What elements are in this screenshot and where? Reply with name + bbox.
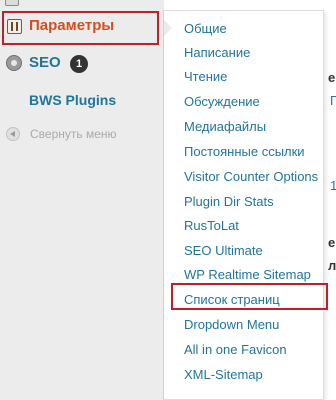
submenu-item-all-in-one-favicon[interactable]: All in one Favicon: [184, 342, 287, 357]
sidebar-item-bws-plugins[interactable]: BWS Plugins: [29, 92, 116, 108]
collapse-arrow-icon[interactable]: [6, 127, 20, 141]
submenu-item-permalinks[interactable]: Постоянные ссылки: [184, 144, 305, 159]
submenu-item-seo-ultimate[interactable]: SEO Ultimate: [184, 243, 263, 258]
submenu-item-discussion[interactable]: Обсуждение: [184, 94, 260, 109]
submenu-item-wp-realtime-sitemap[interactable]: WP Realtime Sitemap: [184, 267, 311, 282]
submenu-item-dropdown-menu[interactable]: Dropdown Menu: [184, 317, 279, 332]
submenu-item-media[interactable]: Медиафайлы: [184, 119, 266, 134]
highlight-box-dropdown-menu: [171, 283, 328, 310]
collapse-menu-button[interactable]: Свернуть меню: [30, 127, 117, 141]
update-count-badge: 1: [70, 55, 88, 73]
seo-icon: [6, 55, 22, 71]
submenu-item-visitor-counter[interactable]: Visitor Counter Options: [184, 169, 318, 184]
submenu-item-plugin-dir-stats[interactable]: Plugin Dir Stats: [184, 194, 274, 209]
background-text-fragment: е: [328, 70, 336, 85]
submenu-item-xml-sitemap[interactable]: XML-Sitemap: [184, 367, 263, 382]
menu-icon: [5, 0, 19, 6]
submenu-pointer: [164, 20, 172, 36]
submenu-item-reading[interactable]: Чтение: [184, 69, 227, 84]
submenu-item-general[interactable]: Общие: [184, 21, 227, 36]
background-link-fragment: Г: [330, 93, 336, 108]
background-text-fragment: л: [328, 258, 336, 273]
sidebar-item-partial[interactable]: [0, 0, 164, 10]
background-link-fragment: 1: [330, 178, 336, 193]
sidebar-item-label: Параметры: [29, 17, 115, 34]
sidebar-item-label: SEO: [29, 54, 61, 71]
background-text-fragment: е: [328, 235, 336, 250]
submenu-item-rustolat[interactable]: RusToLat: [184, 218, 239, 233]
submenu-item-writing[interactable]: Написание: [184, 45, 250, 60]
settings-icon: [7, 19, 22, 34]
